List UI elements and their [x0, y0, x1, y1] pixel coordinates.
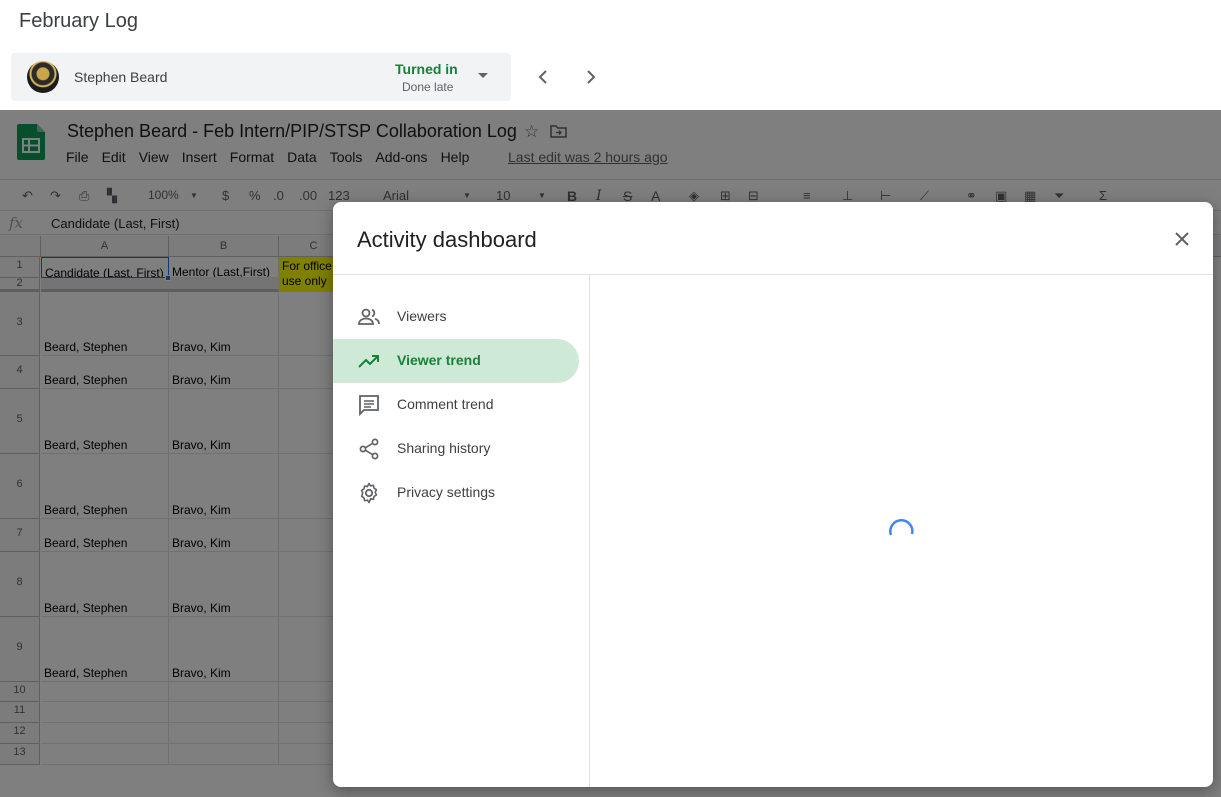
nav-item-comment-trend[interactable]: Comment trend [333, 383, 579, 427]
gear-icon [360, 482, 378, 504]
trending-up-icon [358, 355, 379, 368]
dialog-title: Activity dashboard [357, 227, 537, 252]
caret-down-icon[interactable] [478, 73, 488, 78]
nav-item-viewers[interactable]: Viewers [333, 295, 579, 339]
status-label: Turned in [395, 61, 458, 77]
nav-item-privacy-settings[interactable]: Privacy settings [333, 471, 579, 515]
next-student-button[interactable] [574, 60, 608, 94]
chevron-right-icon [587, 70, 596, 84]
activity-dashboard-dialog: Activity dashboard Viewers Viewer trend [333, 202, 1213, 787]
close-button[interactable] [1167, 224, 1197, 254]
share-icon [359, 438, 379, 460]
sidebar-divider [589, 275, 590, 787]
nav-item-viewer-trend[interactable]: Viewer trend [333, 339, 579, 383]
status-sublabel: Done late [402, 80, 454, 94]
nav-item-sharing-history[interactable]: Sharing history [333, 427, 579, 471]
page-title: February Log [19, 10, 138, 32]
nav-item-label: Viewer trend [397, 352, 481, 368]
nav-item-label: Viewers [397, 308, 447, 324]
student-selector[interactable]: Stephen Beard Turned in Done late [11, 53, 511, 101]
previous-student-button[interactable] [526, 60, 560, 94]
comment-icon [359, 395, 379, 417]
people-icon [358, 308, 380, 325]
nav-item-label: Sharing history [397, 440, 491, 456]
nav-item-label: Privacy settings [397, 484, 496, 500]
nav-item-label: Comment trend [397, 396, 494, 412]
close-icon [1175, 232, 1189, 246]
dialog-divider [333, 274, 1213, 275]
student-name: Stephen Beard [74, 69, 168, 85]
app-root: February Log Stephen Beard Turned in Don… [0, 0, 1221, 797]
chevron-left-icon [538, 70, 547, 84]
loading-spinner-icon [889, 519, 914, 536]
avatar [27, 61, 59, 93]
